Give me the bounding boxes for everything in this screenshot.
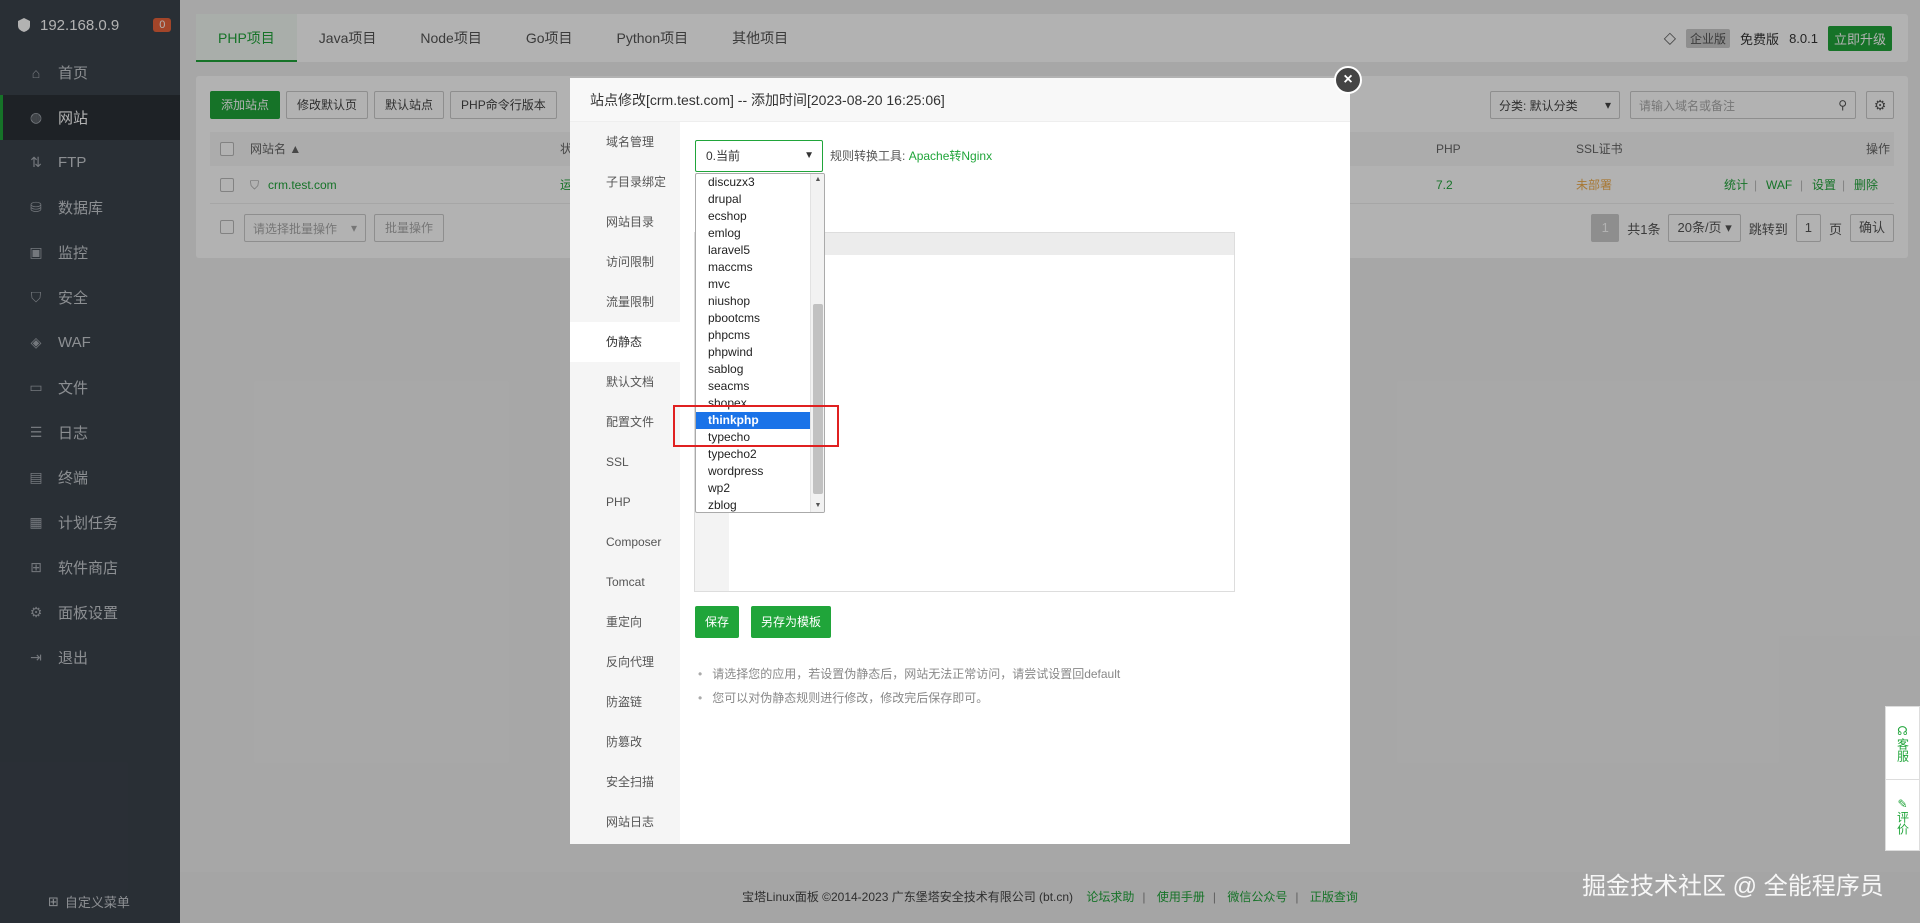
- floating-service-panel: ☊ 客服 ✎ 评价: [1885, 706, 1920, 851]
- dropdown-option[interactable]: maccms: [696, 259, 810, 276]
- nav-ssl[interactable]: SSL: [570, 442, 680, 482]
- close-dialog-button[interactable]: ×: [1334, 66, 1362, 94]
- tip-item: 您可以对伪静态规则进行修改，修改完后保存即可。: [698, 686, 1120, 710]
- dialog-nav: 域名管理 子目录绑定 网站目录 访问限制 流量限制 伪静态 默认文档 配置文件 …: [570, 122, 680, 844]
- convert-label: 规则转换工具:: [830, 149, 906, 163]
- tip-item: 请选择您的应用，若设置伪静态后，网站无法正常访问，请尝试设置回default: [698, 662, 1120, 686]
- service-label: 客服: [1895, 738, 1910, 762]
- dropdown-option[interactable]: phpwind: [696, 344, 810, 361]
- dropdown-option[interactable]: drupal: [696, 191, 810, 208]
- dialog-title: 站点修改[crm.test.com] -- 添加时间[2023-08-20 16…: [570, 78, 1350, 122]
- rate-button[interactable]: ✎ 评价: [1886, 779, 1919, 851]
- dropdown-option[interactable]: wordpress: [696, 463, 810, 480]
- nav-site-dir[interactable]: 网站目录: [570, 202, 680, 242]
- nav-tomcat[interactable]: Tomcat: [570, 562, 680, 602]
- rewrite-dropdown-list[interactable]: discuzx3 drupal ecshop emlog laravel5 maccms m…: [695, 173, 825, 513]
- nav-site-log[interactable]: 网站日志: [570, 802, 680, 842]
- customer-service-button[interactable]: ☊ 客服: [1886, 707, 1919, 779]
- rewrite-select[interactable]: 0.当前 ▼: [695, 140, 823, 172]
- nav-reverse-proxy[interactable]: 反向代理: [570, 642, 680, 682]
- save-button[interactable]: 保存: [695, 606, 740, 638]
- dropdown-option[interactable]: phpcms: [696, 327, 810, 344]
- scrollbar-thumb[interactable]: [813, 304, 823, 494]
- dropdown-option[interactable]: sablog: [696, 361, 810, 378]
- apache-to-nginx-link[interactable]: Apache转Nginx: [909, 149, 992, 163]
- nav-access-limit[interactable]: 访问限制: [570, 242, 680, 282]
- nav-default-doc[interactable]: 默认文档: [570, 362, 680, 402]
- watermark: 掘金技术社区 @ 全能程序员: [1582, 873, 1884, 900]
- dropdown-option[interactable]: mvc: [696, 276, 810, 293]
- nav-traffic-limit[interactable]: 流量限制: [570, 282, 680, 322]
- dropdown-option[interactable]: wp2: [696, 480, 810, 497]
- rate-label: 评价: [1895, 810, 1910, 835]
- convert-tool: 规则转换工具: Apache转Nginx: [830, 140, 992, 172]
- nav-domain[interactable]: 域名管理: [570, 122, 680, 162]
- nav-redirect[interactable]: 重定向: [570, 602, 680, 642]
- tips-list: 请选择您的应用，若设置伪静态后，网站无法正常访问，请尝试设置回default 您…: [698, 662, 1120, 710]
- headset-icon: ☊: [1897, 724, 1908, 738]
- rewrite-select-value: 0.当前: [706, 149, 741, 163]
- chevron-down-icon: ▼: [804, 150, 814, 161]
- nav-subdir[interactable]: 子目录绑定: [570, 162, 680, 202]
- nav-rewrite[interactable]: 伪静态: [570, 322, 680, 362]
- dropdown-option[interactable]: typecho2: [696, 446, 810, 463]
- nav-php[interactable]: PHP: [570, 482, 680, 522]
- dropdown-option[interactable]: niushop: [696, 293, 810, 310]
- dropdown-option[interactable]: emlog: [696, 225, 810, 242]
- nav-security-scan[interactable]: 安全扫描: [570, 762, 680, 802]
- close-icon: ×: [1343, 71, 1353, 88]
- scroll-up-icon[interactable]: ▲: [811, 174, 824, 186]
- highlight-box: [673, 405, 839, 447]
- nav-hotlink[interactable]: 防盗链: [570, 682, 680, 722]
- dropdown-option[interactable]: ecshop: [696, 208, 810, 225]
- dropdown-scrollbar[interactable]: ▲ ▼: [810, 174, 824, 512]
- scroll-down-icon[interactable]: ▼: [811, 500, 824, 512]
- dropdown-option[interactable]: pbootcms: [696, 310, 810, 327]
- nav-composer[interactable]: Composer: [570, 522, 680, 562]
- site-edit-dialog: 站点修改[crm.test.com] -- 添加时间[2023-08-20 16…: [570, 78, 1350, 844]
- save-as-template-button[interactable]: 另存为模板: [751, 606, 832, 638]
- dropdown-option[interactable]: discuzx3: [696, 174, 810, 191]
- dropdown-option[interactable]: seacms: [696, 378, 810, 395]
- nav-tamper[interactable]: 防篡改: [570, 722, 680, 762]
- dropdown-options: discuzx3 drupal ecshop emlog laravel5 maccms m…: [696, 174, 824, 512]
- edit-icon: ✎: [1897, 796, 1908, 811]
- dropdown-option[interactable]: laravel5: [696, 242, 810, 259]
- nav-config-file[interactable]: 配置文件: [570, 402, 680, 442]
- dropdown-option[interactable]: zblog: [696, 497, 810, 512]
